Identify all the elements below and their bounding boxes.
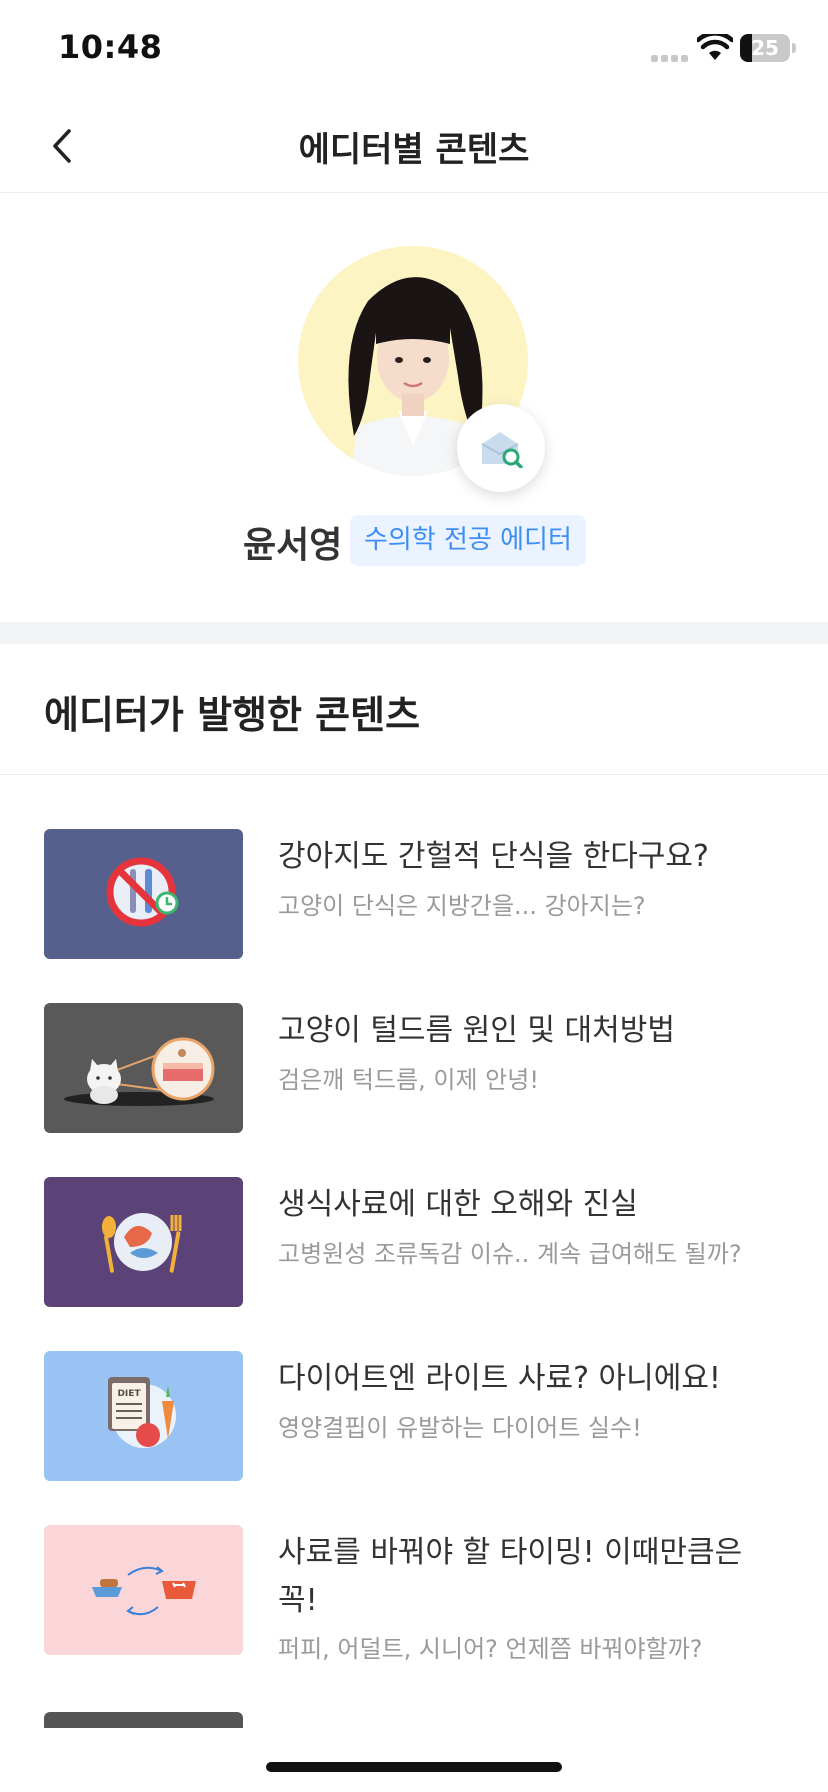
battery-icon: 25 — [740, 34, 790, 62]
article-title: 고양이 털드름 원인 및 대처방법 — [278, 1013, 675, 1048]
navigation-bar: 에디터별 콘텐츠 — [0, 100, 828, 193]
section-separator — [0, 774, 828, 775]
article-thumbnail — [44, 1177, 243, 1307]
article-title: 다이어트엔 라이트 사료? 아니에요! — [278, 1361, 721, 1396]
contact-editor-button[interactable] — [457, 404, 545, 492]
status-bar: 10:48 25 — [0, 0, 828, 100]
wifi-icon — [697, 34, 733, 60]
article-subtitle: 영양결핍이 유발하는 다이어트 실수! — [278, 1414, 642, 1442]
article-item[interactable]: 생식사료에 대한 오해와 진실 고병원성 조류독감 이슈.. 계속 급여해도 될… — [44, 1177, 784, 1309]
page-title: 에디터별 콘텐츠 — [298, 130, 530, 170]
cellular-signal-icon — [651, 52, 691, 62]
mail-search-icon — [481, 432, 523, 468]
no-eating-icon — [44, 829, 243, 959]
article-item[interactable]: 사료를 바꿔야 할 타이밍! 이때만큼은 꼭! 퍼피, 어덜트, 시니어? 언제… — [44, 1525, 784, 1663]
article-thumbnail — [44, 829, 243, 959]
food-bowl-change-icon — [44, 1525, 243, 1655]
article-title: 생식사료에 대한 오해와 진실 — [278, 1187, 638, 1222]
section-title: 에디터가 발행한 콘텐츠 — [44, 693, 421, 737]
section-divider — [0, 622, 828, 644]
article-thumbnail: DIET — [44, 1351, 243, 1481]
article-thumbnail — [44, 1003, 243, 1133]
svg-text:DIET: DIET — [117, 1389, 141, 1399]
battery-level: 25 — [751, 36, 779, 60]
article-title: 강아지도 간헐적 단식을 한다구요? — [278, 839, 709, 874]
article-thumbnail-partial — [44, 1712, 243, 1728]
cat-chin-acne-icon — [44, 1003, 243, 1133]
raw-food-plate-icon — [44, 1177, 243, 1307]
status-time: 10:48 — [58, 28, 163, 66]
article-thumbnail — [44, 1525, 243, 1655]
editor-name: 윤서영 — [243, 525, 343, 566]
article-subtitle: 고병원성 조류독감 이슈.. 계속 급여해도 될까? — [278, 1240, 742, 1268]
home-indicator[interactable] — [266, 1762, 562, 1772]
diet-clipboard-icon: DIET — [44, 1351, 243, 1481]
editor-profile: 윤서영 수의학 전공 에디터 — [0, 194, 828, 622]
article-subtitle: 퍼피, 어덜트, 시니어? 언제쯤 바꿔야할까? — [278, 1635, 703, 1663]
article-title: 사료를 바꿔야 할 타이밍! 이때만큼은 꼭! — [278, 1535, 743, 1618]
editor-specialty-badge: 수의학 전공 에디터 — [350, 515, 586, 566]
battery-tip — [792, 43, 796, 53]
article-subtitle: 고양이 단식은 지방간을... 강아지는? — [278, 892, 646, 920]
article-subtitle: 검은깨 턱드름, 이제 안녕! — [278, 1066, 539, 1094]
article-item[interactable]: 고양이 털드름 원인 및 대처방법 검은깨 턱드름, 이제 안녕! — [44, 1003, 784, 1135]
article-item[interactable]: 강아지도 간헐적 단식을 한다구요? 고양이 단식은 지방간을... 강아지는? — [44, 829, 784, 961]
article-item[interactable]: DIET 다이어트엔 라이트 사료? 아니에요! 영양결핍이 유발하는 다이어트… — [44, 1351, 784, 1483]
